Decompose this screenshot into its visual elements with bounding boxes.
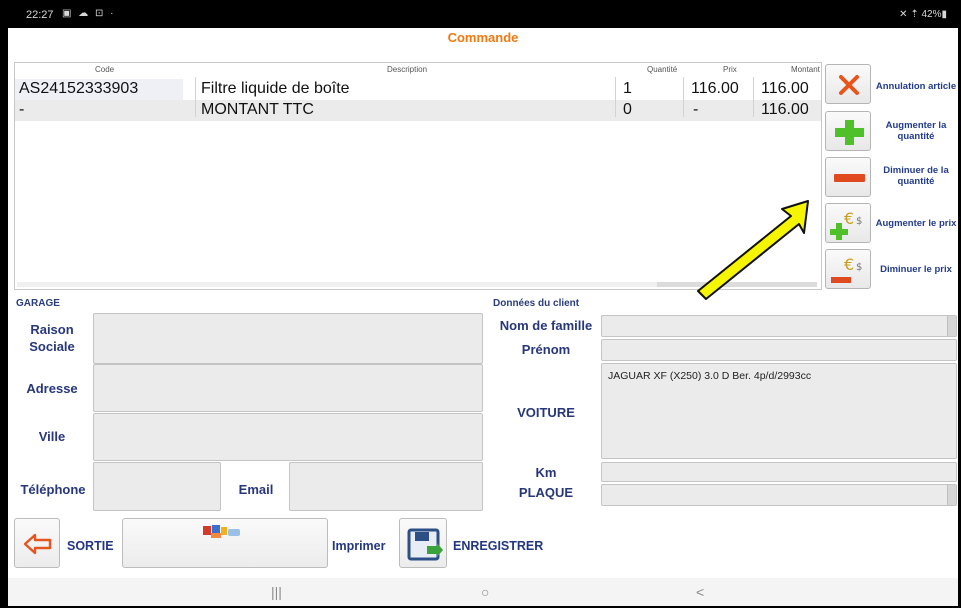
column-divider	[195, 77, 196, 117]
header-description: Description	[387, 65, 428, 74]
field-scroll-handle	[947, 316, 956, 336]
cell-description: MONTANT TTC	[201, 101, 314, 118]
increase-quantity-label: Augmenter la quantité	[885, 120, 947, 142]
header-price: Prix	[723, 65, 737, 74]
table-row[interactable]: - MONTANT TTC 0 - 116.00	[15, 100, 821, 121]
status-bar: 22:27 ▣ ☁ ⊡ · ✕ ⇡ 42%▮	[0, 0, 961, 28]
city-label: Ville	[38, 429, 66, 444]
cell-description: Filtre liquide de boîte	[201, 80, 350, 97]
phone-field[interactable]	[93, 462, 221, 511]
header-amount: Montant	[791, 65, 820, 74]
euro-minus-icon: € $	[831, 255, 862, 283]
svg-text:€: €	[844, 209, 854, 228]
status-battery-indicator: ✕ ⇡ 42%▮	[899, 9, 947, 20]
cell-amount: 116.00	[761, 80, 809, 97]
recent-apps-button[interactable]: |||	[271, 584, 282, 600]
svg-text:$: $	[856, 216, 862, 227]
km-label: Km	[535, 465, 557, 480]
arrow-left-icon	[23, 533, 52, 555]
increase-price-label: Augmenter le prix	[875, 218, 957, 229]
garage-section-title: GARAGE	[16, 298, 60, 309]
minus-icon	[834, 174, 865, 182]
car-label: VOITURE	[517, 405, 575, 420]
system-navigation-bar: ||| ○ <	[8, 578, 958, 606]
car-field[interactable]: JAGUAR XF (X250) 3.0 D Ber. 4p/d/2993cc	[601, 363, 957, 459]
decrease-quantity-button[interactable]	[825, 157, 871, 197]
client-section-title: Données du client	[493, 298, 580, 309]
cell-code: AS24152333903	[19, 80, 139, 97]
page-title: Commande	[447, 30, 519, 45]
save-button[interactable]	[399, 518, 447, 568]
save-label: ENREGISTRER	[453, 539, 544, 553]
column-divider	[753, 77, 754, 117]
email-label: Email	[238, 482, 274, 497]
home-button[interactable]: ○	[481, 584, 489, 600]
plate-field[interactable]	[601, 484, 957, 506]
increase-quantity-button[interactable]	[825, 111, 871, 151]
field-scroll-handle	[947, 485, 956, 505]
table-row[interactable]: AS24152333903 Filtre liquide de boîte 1 …	[15, 79, 821, 100]
header-quantity: Quantité	[647, 65, 678, 74]
city-field[interactable]	[93, 413, 483, 461]
status-notification-icons: ▣ ☁ ⊡ ·	[62, 8, 116, 19]
cell-amount: 116.00	[761, 101, 809, 118]
km-field[interactable]	[601, 462, 957, 482]
close-icon	[839, 75, 859, 95]
cancel-item-label: Annulation article	[875, 81, 957, 92]
lastname-field[interactable]	[601, 315, 957, 337]
svg-text:$: $	[856, 262, 862, 273]
column-divider	[683, 77, 684, 117]
column-divider	[615, 77, 616, 117]
cell-code: -	[19, 101, 25, 118]
euro-plus-icon: € $	[830, 209, 862, 240]
cell-price: -	[693, 101, 699, 118]
address-label: Adresse	[26, 381, 78, 396]
company-name-label: Raison Sociale	[29, 322, 75, 354]
plus-icon	[835, 120, 864, 145]
decrease-price-button[interactable]: € $	[825, 249, 871, 289]
back-button[interactable]: <	[696, 584, 704, 600]
save-icon	[407, 528, 443, 561]
cell-quantity: 0	[623, 101, 632, 118]
header-code: Code	[95, 65, 115, 74]
plate-label: PLAQUE	[518, 485, 574, 500]
increase-price-button[interactable]: € $	[825, 203, 871, 243]
email-field[interactable]	[289, 462, 483, 511]
address-field[interactable]	[93, 364, 483, 412]
exit-label: SORTIE	[67, 539, 114, 553]
cancel-item-button[interactable]	[825, 64, 871, 104]
annotation-arrow	[697, 200, 809, 300]
exit-button[interactable]	[14, 518, 60, 568]
firstname-label: Prénom	[521, 342, 571, 357]
status-time: 22:27	[26, 9, 54, 21]
decrease-price-label: Diminuer le prix	[880, 264, 952, 275]
svg-text:€: €	[844, 255, 854, 274]
decrease-quantity-label: Diminuer de la quantité	[883, 165, 949, 187]
lastname-label: Nom de famille	[499, 318, 593, 333]
share-button[interactable]	[122, 518, 328, 568]
firstname-field[interactable]	[601, 339, 957, 361]
company-name-field[interactable]	[93, 313, 483, 364]
phone-label: Téléphone	[20, 482, 86, 497]
print-options-icon	[203, 525, 240, 538]
print-label: Imprimer	[332, 539, 386, 553]
car-value: JAGUAR XF (X250) 3.0 D Ber. 4p/d/2993cc	[608, 370, 812, 382]
cell-price: 116.00	[691, 80, 739, 97]
cell-quantity: 1	[623, 80, 632, 97]
